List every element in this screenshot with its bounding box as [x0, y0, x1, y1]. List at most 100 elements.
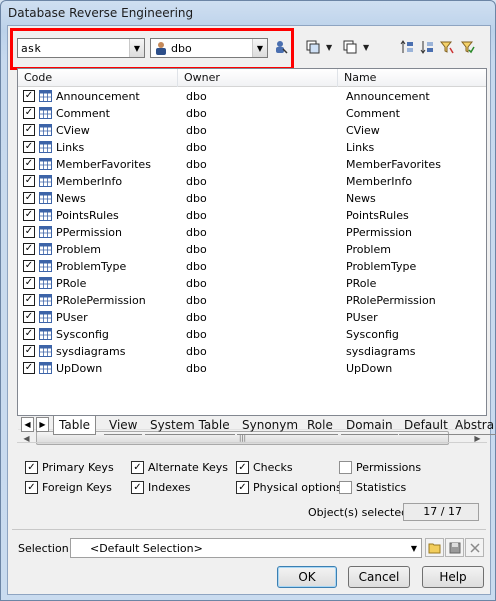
table-row[interactable]: ✓ sysdiagrams dbo sysdiagrams: [18, 343, 486, 360]
table-icon: [39, 345, 52, 357]
statistics-checkbox[interactable]: Statistics: [339, 479, 406, 495]
row-checkbox[interactable]: ✓: [23, 345, 35, 357]
column-header-owner[interactable]: Owner: [178, 69, 338, 87]
row-checkbox[interactable]: ✓: [23, 192, 35, 204]
checkbox-box[interactable]: [339, 460, 352, 474]
alternate-keys-checkbox[interactable]: ✓ Alternate Keys: [131, 459, 228, 475]
row-checkbox[interactable]: ✓: [23, 175, 35, 187]
delete-icon[interactable]: [465, 538, 484, 557]
row-name: Links: [346, 141, 375, 154]
chevron-down-icon[interactable]: ▼: [407, 544, 421, 553]
tab-synonym[interactable]: Synonym: [237, 416, 304, 435]
table-row[interactable]: ✓ PRole dbo PRole: [18, 275, 486, 292]
row-checkbox[interactable]: ✓: [23, 311, 35, 323]
open-folder-icon[interactable]: [425, 538, 444, 557]
column-header-code[interactable]: Code: [18, 69, 178, 87]
row-checkbox[interactable]: ✓: [23, 328, 35, 340]
row-checkbox[interactable]: ✓: [23, 294, 35, 306]
tab-system-table[interactable]: System Table: [145, 416, 235, 435]
table-row[interactable]: ✓ ProblemType dbo ProblemType: [18, 258, 486, 275]
save-icon[interactable]: [445, 538, 464, 557]
tab-domain[interactable]: Domain: [341, 416, 398, 435]
row-checkbox[interactable]: ✓: [23, 260, 35, 272]
row-owner: dbo: [186, 226, 207, 239]
checkbox-box[interactable]: ✓: [236, 480, 249, 494]
tab-view[interactable]: View: [104, 416, 143, 435]
row-code: News: [56, 192, 86, 205]
table-icon: [39, 311, 52, 323]
row-owner: dbo: [186, 260, 207, 273]
row-code: ProblemType: [56, 260, 127, 273]
sort-ascending-icon[interactable]: [398, 38, 416, 56]
deselect-all-icon[interactable]: [341, 38, 359, 56]
table-row[interactable]: ✓ Comment dbo Comment: [18, 105, 486, 122]
chevron-down-icon[interactable]: ▼: [326, 43, 332, 52]
table-row[interactable]: ✓ MemberFavorites dbo MemberFavorites: [18, 156, 486, 173]
indexes-checkbox[interactable]: ✓ Indexes: [131, 479, 190, 495]
foreign-keys-checkbox[interactable]: ✓ Foreign Keys: [25, 479, 112, 495]
selection-combo[interactable]: <Default Selection> ▼: [70, 538, 422, 558]
permissions-checkbox[interactable]: Permissions: [339, 459, 421, 475]
checkbox-box[interactable]: ✓: [131, 460, 144, 474]
table-row[interactable]: ✓ PointsRules dbo PointsRules: [18, 207, 486, 224]
row-checkbox[interactable]: ✓: [23, 277, 35, 289]
table-row[interactable]: ✓ PUser dbo PUser: [18, 309, 486, 326]
row-owner: dbo: [186, 158, 207, 171]
table-row[interactable]: ✓ Links dbo Links: [18, 139, 486, 156]
tab-role[interactable]: Role: [302, 416, 338, 435]
row-checkbox[interactable]: ✓: [23, 226, 35, 238]
row-checkbox[interactable]: ✓: [23, 141, 35, 153]
row-checkbox[interactable]: ✓: [23, 243, 35, 255]
row-name: PRole: [346, 277, 377, 290]
table-row[interactable]: ✓ Announcement dbo Announcement: [18, 88, 486, 105]
row-owner: dbo: [186, 175, 207, 188]
ok-button[interactable]: OK: [277, 566, 337, 588]
row-name: sysdiagrams: [346, 345, 416, 358]
sort-descending-icon[interactable]: [418, 38, 436, 56]
table-row[interactable]: ✓ PPermission dbo PPermission: [18, 224, 486, 241]
column-header-name[interactable]: Name: [338, 69, 486, 87]
table-row[interactable]: ✓ CView dbo CView: [18, 122, 486, 139]
table-row[interactable]: ✓ News dbo News: [18, 190, 486, 207]
tab-abstra[interactable]: Abstra: [450, 416, 496, 435]
checkbox-box[interactable]: ✓: [236, 460, 249, 474]
row-code: Sysconfig: [56, 328, 109, 341]
checkbox-label: Alternate Keys: [148, 460, 228, 474]
row-checkbox[interactable]: ✓: [23, 209, 35, 221]
row-name: MemberInfo: [346, 175, 413, 188]
primary-keys-checkbox[interactable]: ✓ Primary Keys: [25, 459, 114, 475]
tab-scroll-right-icon[interactable]: ▶: [36, 417, 49, 432]
row-code: PRole: [56, 277, 87, 290]
row-owner: dbo: [186, 192, 207, 205]
tab-default[interactable]: Default: [399, 416, 453, 435]
checks-checkbox[interactable]: ✓ Checks: [236, 459, 293, 475]
filter-check-icon[interactable]: [459, 38, 477, 56]
table-row[interactable]: ✓ MemberInfo dbo MemberInfo: [18, 173, 486, 190]
checkbox-box[interactable]: ✓: [25, 480, 38, 494]
checkbox-box[interactable]: [339, 480, 352, 494]
tab-table[interactable]: Table: [53, 416, 97, 435]
table-row[interactable]: ✓ Problem dbo Problem: [18, 241, 486, 258]
table-row[interactable]: ✓ PRolePermission dbo PRolePermission: [18, 292, 486, 309]
checkbox-label: Physical options: [253, 480, 342, 494]
row-owner: dbo: [186, 277, 207, 290]
cancel-button[interactable]: Cancel: [348, 566, 410, 588]
table-row[interactable]: ✓ Sysconfig dbo Sysconfig: [18, 326, 486, 343]
chevron-down-icon[interactable]: ▼: [363, 43, 369, 52]
row-checkbox[interactable]: ✓: [23, 158, 35, 170]
checkbox-box[interactable]: ✓: [131, 480, 144, 494]
row-checkbox[interactable]: ✓: [23, 107, 35, 119]
table-icon: [39, 294, 52, 306]
help-button[interactable]: Help: [422, 566, 484, 588]
filter-icon[interactable]: [438, 38, 456, 56]
table-row[interactable]: ✓ UpDown dbo UpDown: [18, 360, 486, 377]
tab-scroll-left-icon[interactable]: ◀: [21, 417, 34, 432]
row-checkbox[interactable]: ✓: [23, 90, 35, 102]
list-header: Code Owner Name: [18, 69, 486, 87]
select-all-icon[interactable]: [304, 38, 322, 56]
physical-options-checkbox[interactable]: ✓ Physical options: [236, 479, 342, 495]
row-checkbox[interactable]: ✓: [23, 362, 35, 374]
row-checkbox[interactable]: ✓: [23, 124, 35, 136]
checkbox-box[interactable]: ✓: [25, 460, 38, 474]
checkbox-label: Foreign Keys: [42, 480, 112, 494]
